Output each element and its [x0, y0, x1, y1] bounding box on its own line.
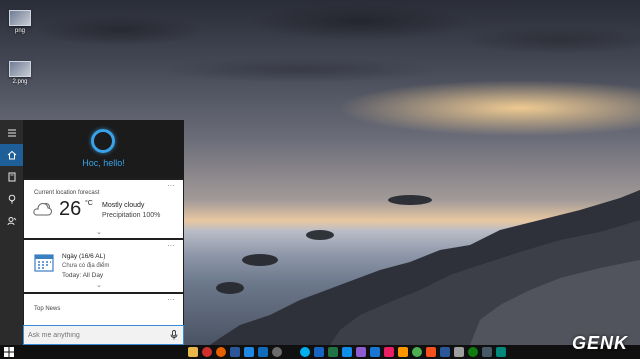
search-input[interactable] [28, 329, 168, 342]
image-file-icon [9, 10, 31, 26]
store-icon[interactable] [258, 347, 268, 357]
excel-icon[interactable] [328, 347, 338, 357]
opera-icon[interactable] [202, 347, 212, 357]
temperature: 26 [59, 198, 82, 220]
event-location: Chưa có địa điểm [62, 263, 110, 269]
app-icon[interactable] [356, 347, 366, 357]
cloud-sun-icon [33, 202, 52, 216]
word-icon[interactable] [230, 347, 240, 357]
temperature-unit: °C [85, 200, 93, 207]
news-card-title: Top News [34, 306, 61, 312]
weather-card-title: Current location forecast [34, 190, 100, 196]
precipitation: Precipitation 100% [102, 212, 161, 219]
more-options-icon[interactable]: ··· [167, 295, 175, 304]
weather-card[interactable]: Current location forecast ··· 26 °C Most… [24, 180, 183, 238]
app-icon[interactable] [482, 347, 492, 357]
edge-icon[interactable] [244, 347, 254, 357]
xbox-icon[interactable] [468, 347, 478, 357]
feedback-icon[interactable] [0, 210, 23, 232]
chrome-icon[interactable] [412, 347, 422, 357]
word-icon[interactable] [440, 347, 450, 357]
app-icon[interactable] [426, 347, 436, 357]
weather-condition: Mostly cloudy [102, 202, 145, 209]
cortana-panel: Hoc, hello! Current location forecast ··… [0, 120, 184, 345]
desktop-file-icon[interactable]: 2.png [0, 61, 40, 85]
firefox-icon[interactable] [216, 347, 226, 357]
wallpaper-clouds [0, 0, 640, 110]
cortana-ring-icon [91, 129, 115, 153]
cortana-header: Hoc, hello! [23, 120, 184, 178]
chevron-down-icon[interactable]: ⌄ [96, 228, 102, 236]
calendar-icon [34, 254, 54, 272]
menu-icon[interactable] [0, 122, 23, 144]
teamviewer-icon[interactable] [342, 347, 352, 357]
app-icon[interactable] [314, 347, 324, 357]
app-icon[interactable] [496, 347, 506, 357]
event-time: Today: All Day [62, 272, 104, 279]
desktop-file-label: png [14, 28, 25, 34]
taskbar [0, 345, 640, 359]
paint-icon[interactable] [384, 347, 394, 357]
more-options-icon[interactable]: ··· [167, 241, 175, 250]
skype-icon[interactable] [300, 347, 310, 357]
cortana-greeting: Hoc, hello! [82, 158, 125, 168]
start-icon[interactable] [4, 347, 14, 357]
app-icon[interactable] [398, 347, 408, 357]
wallpaper-rocks [210, 190, 640, 345]
desktop-file-icon[interactable]: png [0, 10, 40, 34]
explorer-icon[interactable] [188, 347, 198, 357]
home-icon[interactable] [0, 144, 23, 166]
microphone-icon[interactable] [170, 330, 178, 340]
cortana-rail [0, 120, 23, 345]
event-date: Ngày (16/6 AL) [62, 253, 106, 260]
genk-watermark: GENK [571, 333, 628, 353]
more-options-icon[interactable]: ··· [167, 181, 175, 190]
app-icon[interactable] [454, 347, 464, 357]
image-file-icon [9, 61, 31, 77]
cortana-cards: Current location forecast ··· 26 °C Most… [23, 178, 184, 335]
calendar-card[interactable]: ··· Ngày (16/6 AL) Chưa có địa điểm Toda… [24, 240, 183, 292]
desktop-file-label: 2.png [12, 79, 28, 85]
chevron-down-icon[interactable]: ⌄ [96, 281, 102, 289]
notebook-icon[interactable] [0, 166, 23, 188]
lightbulb-icon[interactable] [0, 188, 23, 210]
settings-icon[interactable] [272, 347, 282, 357]
app-icon[interactable] [370, 347, 380, 357]
cortana-search-box[interactable] [23, 325, 184, 345]
